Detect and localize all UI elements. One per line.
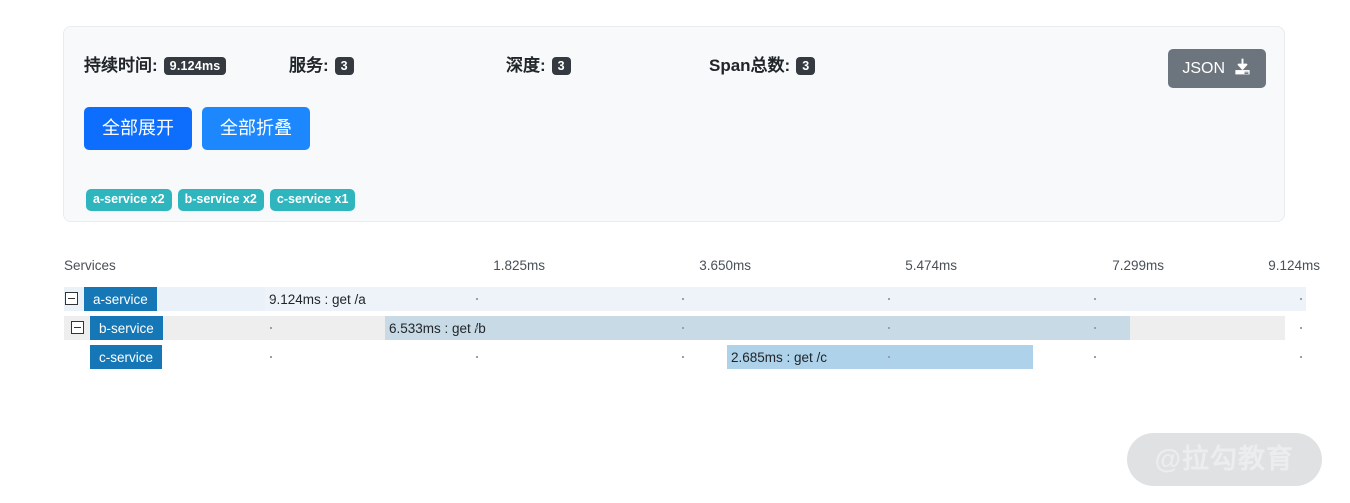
gridline-dot [1300,327,1302,329]
gridline-dot [888,327,890,329]
span-row-list: 9.124ms : get /a a-service 6.533ms : get… [64,287,1320,374]
service-tag[interactable]: c-service x1 [269,189,356,211]
gridline-dot [476,327,478,329]
stat-total-spans: Span总数: 3 [709,51,816,81]
gridline-dot [682,327,684,329]
download-icon [1233,57,1252,80]
span-bar-label: 9.124ms : get /a [269,291,366,307]
span-duration-bar[interactable]: 2.685ms : get /c [727,345,1033,369]
gridline-dot [682,356,684,358]
gridline-dot [1094,356,1096,358]
service-tag[interactable]: b-service x2 [177,189,264,211]
watermark: @拉勾教育 [1126,432,1322,486]
stat-services: 服务: 3 [289,51,354,81]
gridline-dot [476,298,478,300]
axis-tick-label: 5.474ms [905,258,957,273]
gridline-dot [476,356,478,358]
stat-services-value: 3 [334,56,354,76]
trace-timeline: Services 1.825ms 3.650ms 5.474ms 7.299ms… [64,258,1320,378]
gridline-dot [1094,327,1096,329]
gridline-dot [682,298,684,300]
stat-depth-value: 3 [551,56,571,76]
gridline-dot [1094,298,1096,300]
span-duration-bar[interactable]: 9.124ms : get /a [265,287,1306,311]
collapse-toggle-icon[interactable] [71,321,84,334]
span-bar-label: 2.685ms : get /c [731,349,828,365]
gridline-dot [1300,356,1302,358]
service-tag[interactable]: a-service x2 [86,189,172,211]
stat-total-spans-value: 3 [796,56,816,76]
expand-all-button[interactable]: 全部展开 [84,107,192,150]
json-download-label: JSON [1182,59,1225,77]
gridline-dot [270,356,272,358]
axis-tick-label: 7.299ms [1112,258,1164,273]
stat-services-label: 服务: [289,56,329,75]
span-bar-label: 6.533ms : get /b [389,320,486,336]
gridline-dot [888,356,890,358]
stat-duration: 持续时间: 9.124ms [84,51,227,81]
table-row[interactable]: 9.124ms : get /a a-service [64,287,1320,311]
table-row[interactable]: 6.533ms : get /b b-service [64,316,1320,340]
stat-depth: 深度: 3 [506,51,571,81]
span-duration-bar[interactable]: 6.533ms : get /b [385,316,1130,340]
trace-stats-row: 持续时间: 9.124ms 服务: 3 深度: 3 Span总数: 3 [84,51,1264,85]
service-tag-list: a-service x2 b-service x2 c-service x1 [86,189,356,211]
json-download-button[interactable]: JSON [1168,49,1266,88]
span-service-label[interactable]: b-service [90,316,163,340]
gridline-dot [888,298,890,300]
stat-total-spans-label: Span总数: [709,56,791,75]
span-service-label[interactable]: c-service [90,345,163,369]
stat-duration-value: 9.124ms [163,56,227,76]
timeline-axis: Services 1.825ms 3.650ms 5.474ms 7.299ms… [64,258,1320,280]
span-service-label[interactable]: a-service [84,287,157,311]
services-column-header: Services [64,258,116,273]
axis-tick-label: 1.825ms [493,258,545,273]
gridline-dot [270,298,272,300]
collapse-all-button[interactable]: 全部折叠 [202,107,310,150]
trace-action-row: 全部展开 全部折叠 [84,107,310,150]
collapse-toggle-icon[interactable] [65,292,78,305]
gridline-dot [270,327,272,329]
axis-tick-label: 3.650ms [699,258,751,273]
stat-duration-label: 持续时间: [84,56,158,75]
axis-tick-label: 9.124ms [1268,258,1320,273]
gridline-dot [1300,298,1302,300]
trace-summary-card: 持续时间: 9.124ms 服务: 3 深度: 3 Span总数: 3 JSON [63,26,1285,222]
table-row[interactable]: 2.685ms : get /c c-service [64,345,1320,369]
stat-depth-label: 深度: [506,56,546,75]
